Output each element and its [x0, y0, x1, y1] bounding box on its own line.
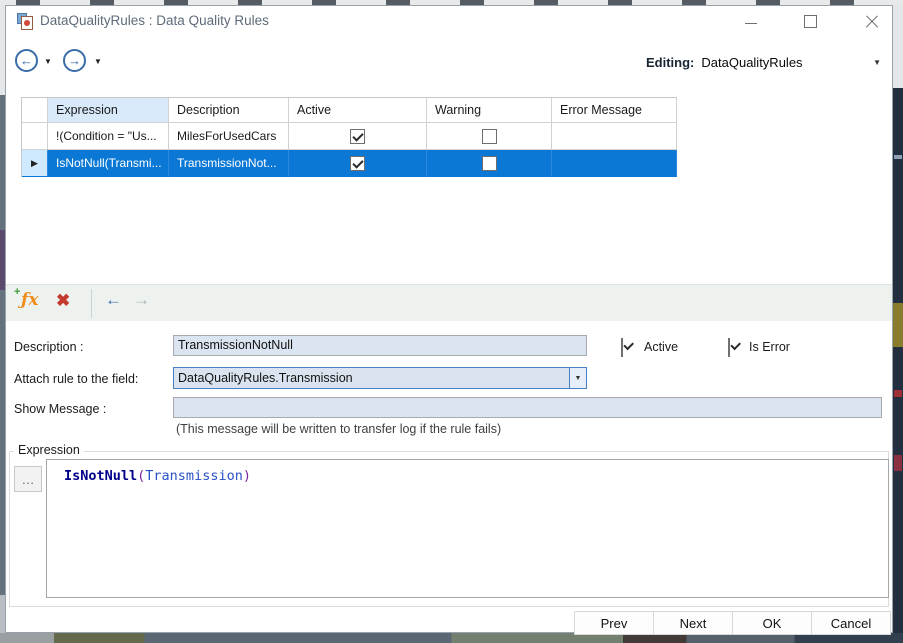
background-fragment	[894, 155, 902, 159]
is-error-checkbox[interactable]	[728, 338, 730, 357]
background-fragment	[893, 303, 903, 347]
error-message-cell[interactable]	[552, 123, 677, 150]
description-cell[interactable]: MilesForUsedCars	[169, 123, 289, 150]
grid-header-warning[interactable]: Warning	[427, 98, 552, 123]
next-button[interactable]: Next	[653, 611, 733, 635]
nav-back-dropdown[interactable]: ▼	[44, 57, 52, 66]
app-icon-dot	[24, 20, 30, 26]
active-checkbox-label: Active	[644, 340, 678, 354]
rule-toolbar: +ƒx ✖ ← →	[6, 284, 892, 321]
warning-checkbox[interactable]	[482, 156, 497, 171]
ok-button[interactable]: OK	[732, 611, 812, 635]
description-input[interactable]: TransmissionNotNull	[173, 335, 587, 356]
code-paren-close: )	[243, 468, 251, 484]
grid-header-error-message[interactable]: Error Message	[552, 98, 677, 123]
expression-builder-button[interactable]: …	[14, 466, 42, 492]
expression-code-line: IsNotNull(Transmission)	[47, 460, 888, 484]
grid-header-description[interactable]: Description	[169, 98, 289, 123]
close-button[interactable]	[857, 6, 887, 36]
is-error-checkbox-label: Is Error	[749, 340, 790, 354]
rules-grid: Expression Description Active Warning Er…	[21, 97, 677, 177]
app-icon	[17, 13, 36, 30]
editing-value: DataQualityRules	[701, 55, 802, 70]
prev-button[interactable]: Prev	[574, 611, 654, 635]
active-cell[interactable]	[289, 150, 427, 177]
window-title: DataQualityRules : Data Quality Rules	[40, 6, 269, 36]
attach-field-combobox[interactable]: DataQualityRules.Transmission ▼	[173, 367, 587, 389]
attach-field-value: DataQualityRules.Transmission	[174, 368, 569, 388]
active-checkbox[interactable]	[621, 338, 623, 357]
app-icon-front-sheet	[21, 16, 33, 30]
dialog-button-row: Prev Next OK Cancel	[574, 611, 891, 635]
show-message-input[interactable]	[173, 397, 882, 418]
minimize-icon	[745, 23, 757, 24]
editing-label: Editing:	[646, 55, 694, 70]
table-row-selected[interactable]: ▶ IsNotNull(Transmi... TransmissionNot..…	[22, 150, 677, 177]
row-selector-icon: ▶	[31, 158, 38, 169]
background-fragment	[894, 455, 902, 471]
minimize-button[interactable]	[736, 6, 766, 36]
warning-cell[interactable]	[427, 123, 552, 150]
expression-group-label: Expression	[14, 443, 84, 457]
cancel-button[interactable]: Cancel	[811, 611, 891, 635]
row-selector-cell[interactable]	[22, 123, 48, 150]
active-checkbox[interactable]	[350, 156, 365, 171]
add-rule-button[interactable]: +ƒx	[21, 290, 38, 310]
forward-arrow-icon: →	[68, 53, 81, 68]
code-argument: Transmission	[145, 468, 243, 484]
nav-forward-dropdown[interactable]: ▼	[94, 57, 102, 66]
show-message-label: Show Message :	[14, 402, 106, 416]
chevron-down-icon[interactable]: ▼	[569, 368, 586, 388]
delete-rule-button[interactable]: ✖	[56, 291, 70, 311]
next-rule-button[interactable]: →	[133, 290, 150, 310]
back-arrow-icon: ←	[20, 53, 33, 68]
row-selector-cell[interactable]: ▶	[22, 150, 48, 177]
show-message-hint: (This message will be written to transfe…	[176, 422, 501, 436]
warning-checkbox[interactable]	[482, 129, 497, 144]
background-window-right-strip	[893, 5, 903, 633]
toolbar-separator	[91, 289, 92, 318]
active-checkbox[interactable]	[350, 129, 365, 144]
attach-field-label: Attach rule to the field:	[14, 372, 138, 386]
maximize-button[interactable]	[795, 6, 825, 36]
chevron-down-icon[interactable]: ▼	[873, 58, 886, 67]
grid-header-expression[interactable]: Expression	[48, 98, 169, 123]
expression-cell[interactable]: IsNotNull(Transmi...	[48, 150, 169, 177]
grid-header-selector	[22, 98, 48, 123]
table-row[interactable]: !(Condition = "Us... MilesForUsedCars	[22, 123, 677, 150]
editing-combobox[interactable]: Editing: DataQualityRules ▼	[646, 51, 886, 73]
error-message-cell[interactable]	[552, 150, 677, 177]
fx-icon: ƒx	[21, 290, 38, 310]
description-cell[interactable]: TransmissionNot...	[169, 150, 289, 177]
plus-icon: +	[14, 286, 20, 298]
data-quality-rules-dialog: DataQualityRules : Data Quality Rules ← …	[5, 5, 893, 633]
expression-editor[interactable]: IsNotNull(Transmission)	[46, 459, 889, 598]
nav-back-button[interactable]: ←	[15, 49, 38, 72]
grid-header-active[interactable]: Active	[289, 98, 427, 123]
previous-rule-button[interactable]: ←	[105, 290, 122, 310]
grid-header-row: Expression Description Active Warning Er…	[22, 98, 677, 123]
code-function: IsNotNull	[64, 468, 137, 484]
background-fragment	[894, 390, 902, 397]
nav-forward-button[interactable]: →	[63, 49, 86, 72]
maximize-icon	[804, 15, 817, 28]
expression-cell[interactable]: !(Condition = "Us...	[48, 123, 169, 150]
description-label: Description :	[14, 340, 83, 354]
warning-cell[interactable]	[427, 150, 552, 177]
active-cell[interactable]	[289, 123, 427, 150]
